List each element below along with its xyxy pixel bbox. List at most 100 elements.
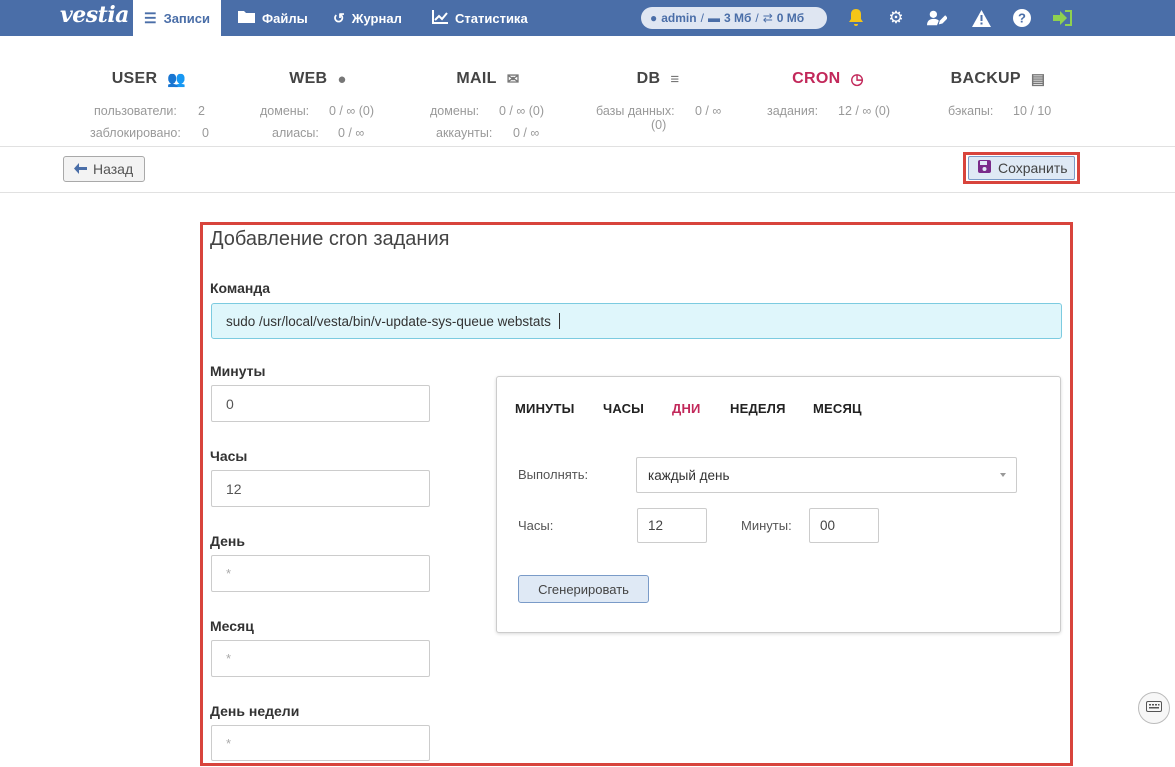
gen-minutes-label: Минуты: [741,518,792,533]
nav-stats[interactable]: Статистика [432,0,528,36]
user-edit-icon[interactable] [927,8,947,28]
stat-db-l1-extra: (0) [651,118,667,132]
gear-icon[interactable]: ⚙ [886,8,906,28]
command-value: sudo /usr/local/vesta/bin/v-update-sys-q… [226,313,551,329]
text-cursor [558,313,560,329]
back-button[interactable]: Назад [63,156,145,182]
stats-panel: USER 👥 пользователи: 2 заблокировано: 0 W… [0,36,1175,146]
file-archive-icon: ▤ [1030,71,1046,88]
disk-usage: 3 Мб [723,11,752,25]
history-icon: ↺ [333,9,345,26]
tab-month[interactable]: МЕСЯЦ [813,401,862,416]
stat-web-l2-label: алиасы: [272,126,319,140]
stat-web[interactable]: WEB ● [287,70,349,88]
tab-week[interactable]: НЕДЕЛЯ [730,401,786,416]
stat-web-title: WEB [289,70,328,87]
run-label: Выполнять: [518,467,589,482]
separator: / [755,11,759,25]
separator: / [700,11,704,25]
list-check-icon: ☰ [144,9,157,26]
stat-user-l2-label: заблокировано: [90,126,181,140]
stat-user[interactable]: USER 👥 [112,70,186,88]
day-label: День [210,533,245,549]
weekday-input[interactable]: * [211,725,430,761]
run-select[interactable]: каждый день [636,457,1017,493]
stat-db-l1-value: 0 / ∞ [695,104,722,118]
nav-files[interactable]: Файлы [238,0,308,36]
stat-web-l1-label: домены: [260,104,310,118]
stat-user-l1-label: пользователи: [94,104,177,118]
vesta-logo[interactable]: vestia [60,2,129,28]
divider [0,192,1175,193]
exchange-icon: ⇄ [762,11,773,25]
run-select-value: каждый день [648,467,730,483]
keyboard-shortcuts-button[interactable] [1138,692,1170,724]
database-icon: ≡ [670,70,680,88]
stat-db-l1-label: базы данных: [596,104,675,118]
nav-files-label: Файлы [262,10,308,26]
disk-icon: ▬ [707,11,720,25]
stat-mail-l2-value: 0 / ∞ [513,126,540,140]
stat-db-title: DB [636,70,661,87]
warning-icon[interactable] [971,8,991,28]
gen-minutes-input[interactable]: 00 [809,508,879,543]
stat-mail-l1-value: 0 / ∞ (0) [499,104,545,118]
tab-hours[interactable]: ЧАСЫ [603,401,644,416]
keyboard-icon [1146,699,1162,717]
nav-log[interactable]: ↺ Журнал [333,0,402,36]
month-label: Месяц [210,618,254,634]
arrow-left-icon [74,161,87,177]
gen-hours-label: Часы: [518,518,554,533]
stat-backup[interactable]: BACKUP ▤ [951,70,1045,88]
nav-records-label: Записи [163,10,211,26]
nav-log-label: Журнал [351,10,402,26]
mail-icon: ✉ [506,71,520,88]
stat-cron-l1-label: задания: [767,104,819,118]
generate-button[interactable]: Сгенерировать [518,575,649,603]
minutes-input[interactable]: 0 [211,385,430,422]
stat-web-l2-value: 0 / ∞ [338,126,365,140]
stat-backup-l1-label: бэкапы: [948,104,994,118]
stat-mail-l2-label: аккаунты: [436,126,493,140]
svg-text:?: ? [1018,11,1026,26]
stat-user-title: USER [111,70,158,87]
stat-user-l2-value: 0 [202,126,209,140]
users-icon: 👥 [167,71,187,88]
help-icon[interactable]: ? [1012,8,1032,28]
divider [0,146,1175,147]
stat-cron-title: CRON [792,70,841,87]
gen-hours-input[interactable]: 12 [637,508,707,543]
save-button-label: Сохранить [998,160,1068,176]
stat-mail[interactable]: MAIL ✉ [454,70,522,88]
clock-icon: ◷ [850,71,864,88]
logout-icon[interactable] [1052,8,1072,28]
stat-mail-title: MAIL [456,70,497,87]
tab-days[interactable]: ДНИ [672,401,701,416]
folder-icon [238,10,255,26]
stat-backup-l1-value: 10 / 10 [1013,104,1052,118]
page-title: Добавление cron задания [210,228,450,250]
stat-backup-title: BACKUP [950,70,1021,87]
bell-icon[interactable] [846,8,866,28]
save-highlight: Сохранить [963,152,1080,184]
minutes-label: Минуты [210,363,266,379]
weekday-label: День недели [210,703,300,719]
user-summary[interactable]: ● admin / ▬ 3 Мб / ⇄ 0 Мб [641,7,827,29]
stat-cron[interactable]: CRON ◷ [792,70,864,88]
stat-user-l1-value: 2 [198,104,205,118]
tab-minutes[interactable]: МИНУТЫ [515,401,575,416]
username: admin [661,11,697,25]
command-input[interactable]: sudo /usr/local/vesta/bin/v-update-sys-q… [211,303,1062,339]
hours-label: Часы [210,448,248,464]
top-navbar: vestia ☰ Записи Файлы ↺ Журнал Статистик… [0,0,1175,36]
save-button[interactable]: Сохранить [968,156,1075,180]
hours-input[interactable]: 12 [211,470,430,507]
globe-icon: ● [337,70,347,88]
user-icon: ● [650,11,658,25]
chart-line-icon [432,9,448,27]
day-input[interactable]: * [211,555,430,592]
month-input[interactable]: * [211,640,430,677]
stat-db[interactable]: DB ≡ [634,70,682,88]
floppy-icon [978,160,991,176]
nav-records[interactable]: ☰ Записи [133,0,222,36]
